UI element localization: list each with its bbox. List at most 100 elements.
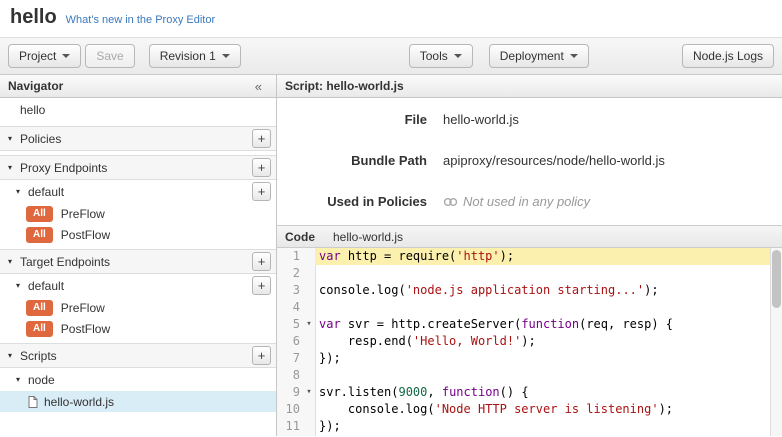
line-number: 10 bbox=[277, 401, 303, 418]
code-line-text[interactable]: console.log('Node HTTP server is listeni… bbox=[315, 401, 782, 418]
code-section-header: Code hello-world.js bbox=[277, 225, 782, 248]
navigator-item-hello[interactable]: hello bbox=[0, 98, 276, 122]
section-proxy-endpoints[interactable]: ▾ Proxy Endpoints + bbox=[0, 155, 276, 180]
code-line-text[interactable]: resp.end('Hello, World!'); bbox=[315, 333, 782, 350]
flow-label: PreFlow bbox=[61, 207, 105, 221]
whats-new-link[interactable]: What's new in the Proxy Editor bbox=[66, 14, 215, 26]
fold-gutter bbox=[303, 367, 315, 384]
fold-gutter bbox=[303, 418, 315, 435]
add-proxy-endpoint-button[interactable]: + bbox=[252, 158, 271, 177]
code-line-text[interactable]: var http = require('http'); bbox=[315, 248, 782, 265]
navigator-title: Navigator bbox=[8, 79, 63, 93]
code-editor-lines: 1var http = require('http');2 3console.l… bbox=[277, 248, 782, 435]
line-number: 9 bbox=[277, 384, 303, 401]
section-policies[interactable]: ▾ Policies + bbox=[0, 126, 276, 151]
add-policy-button[interactable]: + bbox=[252, 129, 271, 148]
navigator-item-label: hello bbox=[20, 103, 45, 117]
field-file: File hello-world.js bbox=[277, 112, 782, 127]
flow-label: PreFlow bbox=[61, 301, 105, 315]
navigator-panel: Navigator « hello ▾ Policies + ▾ Proxy E… bbox=[0, 75, 277, 436]
toolbar: Project Save Revision 1 Tools Deployment… bbox=[0, 37, 782, 75]
code-line-text[interactable]: svr.listen(9000, function() { bbox=[315, 384, 782, 401]
folder-label: node bbox=[28, 373, 55, 387]
all-badge: All bbox=[26, 206, 53, 222]
code-line-text[interactable]: var svr = http.createServer(function(req… bbox=[315, 316, 782, 333]
file-icon bbox=[28, 396, 38, 408]
script-file-hello-world[interactable]: hello-world.js bbox=[0, 391, 276, 412]
tools-menu-button[interactable]: Tools bbox=[409, 44, 473, 68]
fold-toggle-icon[interactable]: ▾ bbox=[303, 316, 315, 333]
add-script-button[interactable]: + bbox=[252, 346, 271, 365]
scrollbar-thumb[interactable] bbox=[772, 250, 781, 308]
code-line: 1 var http = require('http'); bbox=[277, 248, 782, 265]
section-target-endpoints[interactable]: ▾ Target Endpoints + bbox=[0, 249, 276, 274]
deployment-menu-label: Deployment bbox=[500, 49, 564, 63]
code-line: 9▾svr.listen(9000, function() { bbox=[277, 384, 782, 401]
code-line: 6 resp.end('Hello, World!'); bbox=[277, 333, 782, 350]
line-number: 8 bbox=[277, 367, 303, 384]
proxy-postflow-item[interactable]: All PostFlow bbox=[0, 224, 276, 245]
project-menu-button[interactable]: Project bbox=[8, 44, 81, 68]
code-editor[interactable]: 1var http = require('http');2 3console.l… bbox=[277, 248, 782, 436]
fold-gutter bbox=[303, 282, 315, 299]
line-number: 1 bbox=[277, 248, 303, 265]
scripts-node-folder[interactable]: ▾ node bbox=[0, 368, 276, 391]
line-number: 2 bbox=[277, 265, 303, 282]
code-line: 5▾var svr = http.createServer(function(r… bbox=[277, 316, 782, 333]
proxy-preflow-item[interactable]: All PreFlow bbox=[0, 203, 276, 224]
collapse-sidebar-icon[interactable]: « bbox=[255, 79, 262, 94]
add-target-flow-button[interactable]: + bbox=[252, 276, 271, 295]
line-number: 4 bbox=[277, 299, 303, 316]
fold-gutter bbox=[303, 401, 315, 418]
script-detail-fields: File hello-world.js Bundle Path apiproxy… bbox=[277, 98, 782, 225]
code-line-text[interactable] bbox=[315, 299, 782, 316]
field-used-in-policies: Used in Policies Not used in any policy bbox=[277, 194, 782, 209]
line-number: 5 bbox=[277, 316, 303, 333]
section-label: Proxy Endpoints bbox=[20, 161, 107, 175]
proxy-endpoint-default[interactable]: ▾ default + bbox=[0, 180, 276, 203]
section-scripts[interactable]: ▾ Scripts + bbox=[0, 343, 276, 368]
fold-toggle-icon[interactable]: ▾ bbox=[303, 384, 315, 401]
field-bundle-path: Bundle Path apiproxy/resources/node/hell… bbox=[277, 153, 782, 168]
flow-label: PostFlow bbox=[61, 228, 110, 242]
revision-menu-button[interactable]: Revision 1 bbox=[149, 44, 241, 68]
script-panel-header: Script: hello-world.js bbox=[277, 75, 782, 98]
code-line-text[interactable]: }); bbox=[315, 350, 782, 367]
navigator-header: Navigator « bbox=[0, 75, 276, 98]
target-preflow-item[interactable]: All PreFlow bbox=[0, 297, 276, 318]
code-file-tab[interactable]: hello-world.js bbox=[333, 230, 403, 244]
code-line-text[interactable]: }); bbox=[315, 418, 782, 435]
empty-policy-text: Not used in any policy bbox=[463, 194, 590, 209]
code-line: 7}); bbox=[277, 350, 782, 367]
field-value-empty: Not used in any policy bbox=[443, 194, 590, 209]
code-line-text[interactable]: console.log('node.js application startin… bbox=[315, 282, 782, 299]
chevron-down-icon bbox=[62, 54, 70, 58]
field-value: apiproxy/resources/node/hello-world.js bbox=[443, 153, 665, 168]
disclosure-triangle-icon: ▾ bbox=[8, 134, 20, 143]
line-number: 11 bbox=[277, 418, 303, 435]
endpoint-label: default bbox=[28, 185, 64, 199]
deployment-menu-button[interactable]: Deployment bbox=[489, 44, 589, 68]
all-badge: All bbox=[26, 321, 53, 337]
add-proxy-flow-button[interactable]: + bbox=[252, 182, 271, 201]
save-button[interactable]: Save bbox=[85, 44, 134, 68]
fold-gutter bbox=[303, 333, 315, 350]
target-endpoint-default[interactable]: ▾ default + bbox=[0, 274, 276, 297]
code-scrollbar[interactable] bbox=[770, 248, 782, 436]
script-panel-title: Script: hello-world.js bbox=[285, 79, 404, 93]
nodejs-logs-button[interactable]: Node.js Logs bbox=[682, 44, 774, 68]
page-title: hello bbox=[10, 6, 57, 29]
section-label: Scripts bbox=[20, 349, 57, 363]
line-number: 7 bbox=[277, 350, 303, 367]
code-section-title: Code bbox=[285, 230, 315, 244]
disclosure-triangle-icon: ▾ bbox=[8, 257, 20, 266]
disclosure-triangle-icon: ▾ bbox=[16, 375, 28, 384]
disclosure-triangle-icon: ▾ bbox=[8, 351, 20, 360]
target-postflow-item[interactable]: All PostFlow bbox=[0, 318, 276, 339]
add-target-endpoint-button[interactable]: + bbox=[252, 252, 271, 271]
code-line-text[interactable] bbox=[315, 367, 782, 384]
code-line-text[interactable] bbox=[315, 265, 782, 282]
chevron-down-icon bbox=[454, 54, 462, 58]
field-value: hello-world.js bbox=[443, 112, 519, 127]
fold-gutter bbox=[303, 299, 315, 316]
